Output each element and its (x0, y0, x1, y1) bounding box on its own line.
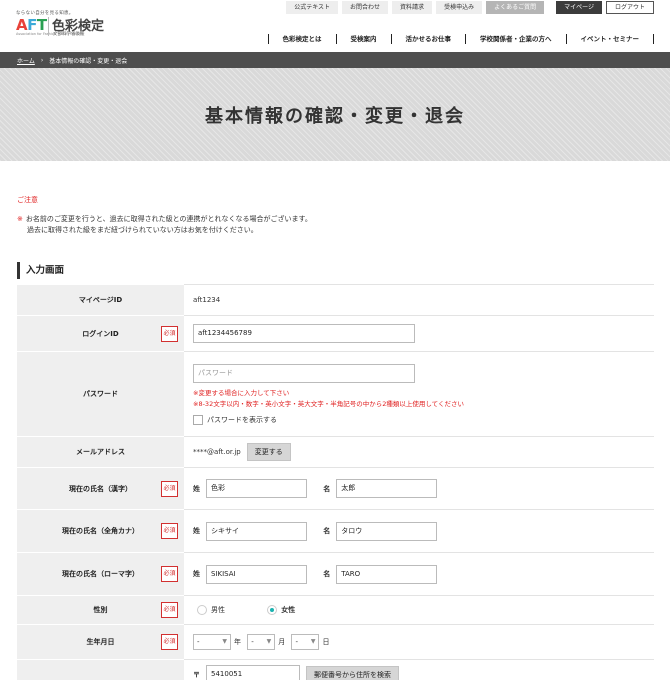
sei-kana-input[interactable]: シキサイ (206, 521, 307, 541)
email-value: ****@aft.or.jp (193, 448, 241, 456)
nav-about[interactable]: 色彩検定とは (267, 34, 336, 44)
required-badge: 必須 (161, 480, 178, 497)
section-heading: 入力画面 (17, 262, 653, 279)
mei-label: 名 (323, 570, 331, 578)
row-postal: 〒 5410051 郵便番号から住所を検索 (17, 659, 654, 680)
label-password: パスワード (17, 351, 184, 437)
breadcrumb-separator: › (40, 56, 44, 64)
breadcrumb-home[interactable]: ホーム (17, 56, 35, 65)
mypage-id-value: aft1234 (184, 284, 654, 316)
row-email: メールアドレス ****@aft.or.jp 変更する (17, 436, 654, 468)
label-address (17, 659, 184, 680)
page-hero: 基本情報の確認・変更・退会 (0, 68, 670, 161)
chevron-down-icon: ▼ (222, 638, 227, 645)
site-header: ならない自分を見る知恵。 AFT Association for Fashion… (0, 0, 670, 52)
row-name-kanji: 現在の氏名（漢字） 必須 姓色彩 名太郎 (17, 467, 654, 510)
password-note-1: ※変更する場合に入力して下さい (193, 388, 290, 397)
main-nav: 色彩検定とは 受検案内 活かせるお仕事 学校関係者・企業の方へ イベント・セミナ… (267, 33, 654, 45)
required-badge: 必須 (161, 634, 178, 650)
mypage-button[interactable]: マイページ (556, 1, 602, 14)
mei-kanji-input[interactable]: 太郎 (336, 479, 438, 498)
nav-schools-companies[interactable]: 学校関係者・企業の方へ (465, 34, 566, 44)
label-name-kana: 現在の氏名（全角カナ） 必須 (17, 509, 184, 553)
breadcrumb: ホーム › 基本情報の確認・変更・退会 (0, 52, 670, 68)
day-unit: 日 (322, 638, 330, 646)
required-badge: 必須 (161, 523, 178, 539)
row-mypage-id: マイページID aft1234 (17, 284, 654, 316)
logout-button[interactable]: ログアウト (605, 1, 654, 14)
row-name-roman: 現在の氏名（ローマ字） 必須 姓 SIKISAI 名 TARO (17, 552, 654, 596)
required-badge: 必須 (161, 325, 178, 342)
postal-code-input[interactable]: 5410051 (206, 665, 300, 680)
nav-events[interactable]: イベント・セミナー (565, 34, 654, 44)
label-email: メールアドレス (17, 436, 184, 468)
show-password-label[interactable]: パスワードを表示する (207, 416, 277, 424)
birth-month-select[interactable]: - ▼ (247, 634, 276, 650)
row-birthday: 生年月日 必須 - ▼ 年 - ▼ 月 - ▼ 日 (17, 624, 654, 660)
gender-female-label[interactable]: 女性 (281, 606, 295, 614)
link-request-docs[interactable]: 資料請求 (392, 1, 433, 14)
chevron-down-icon: ▼ (310, 638, 316, 645)
row-name-kana: 現在の氏名（全角カナ） 必須 姓シキサイ 名タロウ (17, 509, 654, 553)
postal-mark: 〒 (193, 670, 200, 679)
row-password: パスワード パスワード ※変更する場合に入力して下さい ※8-32文字以内・数字… (17, 351, 654, 437)
gender-male-label[interactable]: 男性 (211, 606, 225, 614)
month-unit: 月 (278, 638, 286, 646)
notice-line-1: ※ お名前のご変更を行うと、過去に取得された級との連携がとれなくなる場合がございま… (17, 215, 312, 223)
profile-form: マイページID aft1234 ログインID 必須 aft1234456789 パ… (17, 284, 654, 680)
label-gender: 性別 必須 (17, 595, 184, 625)
show-password-checkbox[interactable] (193, 414, 203, 425)
mei-label: 名 (323, 527, 331, 535)
password-input[interactable]: パスワード (193, 363, 415, 383)
sei-kanji-input[interactable]: 色彩 (206, 479, 307, 498)
birth-year-select[interactable]: - ▼ (193, 634, 231, 650)
required-badge: 必須 (161, 602, 178, 618)
sei-label: 姓 (193, 570, 200, 578)
postal-search-button[interactable]: 郵便番号から住所を検索 (306, 665, 399, 680)
label-name-kanji: 現在の氏名（漢字） 必須 (17, 467, 184, 510)
link-contact[interactable]: お問合わせ (342, 1, 389, 14)
link-faq[interactable]: よくあるご質問 (486, 1, 545, 14)
year-unit: 年 (234, 638, 241, 646)
sei-roman-input[interactable]: SIKISAI (206, 564, 307, 584)
gender-male-radio[interactable] (197, 605, 207, 615)
label-login-id: ログインID 必須 (17, 315, 184, 352)
breadcrumb-current: 基本情報の確認・変更・退会 (49, 57, 128, 65)
gender-female-radio[interactable] (267, 605, 278, 615)
label-mypage-id: マイページID (17, 284, 184, 316)
nav-careers[interactable]: 活かせるお仕事 (390, 34, 466, 44)
sei-label: 姓 (193, 527, 200, 535)
logo-title-sub: 文部科学省後援 (53, 32, 85, 37)
chevron-down-icon: ▼ (266, 638, 272, 645)
row-login-id: ログインID 必須 aft1234456789 (17, 315, 654, 352)
row-gender: 性別 必須 男性 女性 (17, 595, 654, 625)
sei-label: 姓 (193, 484, 200, 493)
link-apply[interactable]: 受検申込み (436, 1, 483, 14)
change-email-button[interactable]: 変更する (246, 443, 291, 461)
mei-roman-input[interactable]: TARO (336, 564, 438, 584)
login-id-input[interactable]: aft1234456789 (193, 324, 415, 343)
logo-divider (48, 17, 49, 36)
notice-line-2: 過去に取得された級をまだ紐づけられていない方はお気を付けください。 (27, 226, 258, 234)
link-official-text[interactable]: 公式テキスト (286, 1, 339, 14)
label-birthday: 生年月日 必須 (17, 624, 184, 660)
top-links: 公式テキスト お問合わせ 資料請求 受検申込み よくあるご質問 マイページ ログ… (286, 1, 654, 14)
page-title: 基本情報の確認・変更・退会 (205, 105, 465, 127)
required-badge: 必須 (161, 566, 178, 582)
password-note-2: ※8-32文字以内・数字・英小文字・英大文字・半角記号の中から2種類以上使用して… (193, 399, 464, 408)
mei-label: 名 (323, 484, 331, 493)
aft-logo[interactable]: ならない自分を見る知恵。 AFT Association for Fashion… (16, 10, 112, 40)
nav-exam-info[interactable]: 受検案内 (335, 34, 391, 44)
label-name-roman: 現在の氏名（ローマ字） 必須 (17, 552, 184, 596)
notice-box: ご注意 ※ お名前のご変更を行うと、過去に取得された級との連携がとれなくなる場合が… (0, 161, 670, 236)
mei-kana-input[interactable]: タロウ (336, 521, 438, 541)
birth-day-select[interactable]: - ▼ (291, 634, 320, 650)
notice-title: ご注意 (17, 196, 38, 204)
